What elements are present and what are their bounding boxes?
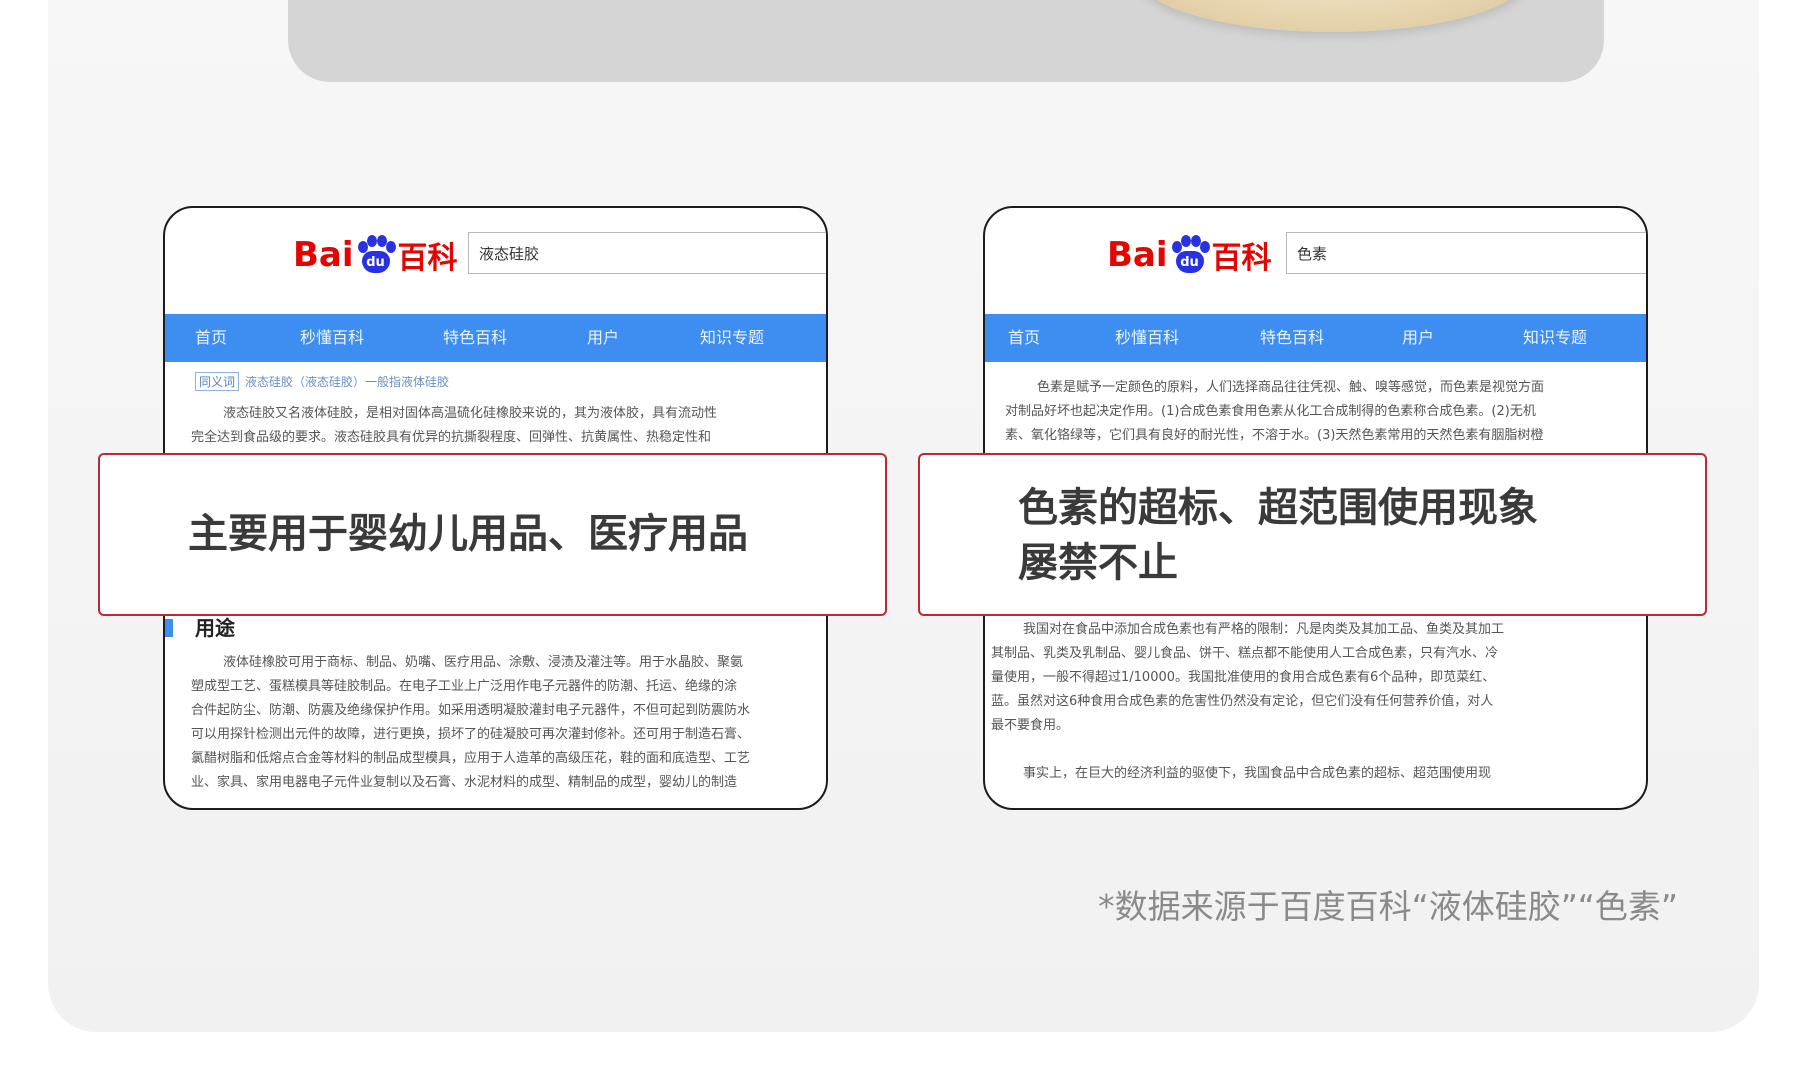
intro-paragraph: 色素是赋予一定颜色的原料，人们选择商品往往凭视、触、嗅等感觉，而色素是视觉方面 …	[1005, 376, 1646, 448]
nav-bar: 首页 秒懂百科 特色百科 用户 知识专题	[985, 314, 1646, 362]
logo-baike-text: 百科	[397, 241, 458, 276]
nav-item-home[interactable]: 首页	[195, 314, 227, 362]
logo-du-text: du	[361, 251, 390, 273]
intro-line: 色素是赋予一定颜色的原料，人们选择商品往往凭视、触、嗅等感觉，而色素是视觉方面	[1037, 380, 1545, 395]
logo-bai-text: Bai	[293, 235, 354, 275]
nav-bar: 首页 秒懂百科 特色百科 用户 知识专题	[165, 314, 826, 362]
body-line: 最不要食用。	[991, 718, 1070, 733]
usage-line: 合件起防尘、防潮、防震及绝缘保护作用。如采用透明凝胶灌封电子元器件，不但可起到防…	[191, 703, 751, 718]
nav-item-topics[interactable]: 知识专题	[1523, 314, 1587, 362]
usage-paragraph: 液体硅橡胶可用于商标、制品、奶嘴、医疗用品、涂敷、浸渍及灌注等。用于水晶胶、聚氨…	[191, 651, 826, 795]
top-banner	[288, 0, 1604, 82]
baidu-paw-icon: du	[356, 235, 396, 275]
callout-line: 色素的超标、超范围使用现象	[1018, 485, 1538, 531]
callout-text: 主要用于婴幼儿用品、医疗用品	[188, 511, 748, 557]
nav-item-miaodong[interactable]: 秒懂百科	[300, 314, 364, 362]
callout-line: 屡禁不止	[1018, 540, 1178, 586]
baidu-paw-icon: du	[1170, 235, 1210, 275]
callout-box-usage: 主要用于婴幼儿用品、医疗用品	[98, 453, 887, 616]
nav-item-topics[interactable]: 知识专题	[700, 314, 764, 362]
body-line: 其制品、乳类及乳制品、婴儿食品、饼干、糕点都不能使用人工合成色素，只有汽水、冷	[991, 646, 1499, 661]
usage-line: 业、家具、家用电器电子元件业复制以及石膏、水泥材料的成型、精制品的成型，婴幼儿的…	[191, 775, 738, 790]
search-input[interactable]: 色素	[1286, 232, 1646, 274]
synonym-tag: 同义词	[195, 372, 240, 391]
logo-du-text: du	[1175, 251, 1204, 273]
nav-item-miaodong[interactable]: 秒懂百科	[1115, 314, 1179, 362]
intro-line: 完全达到食品级的要求。液态硅胶具有优异的抗撕裂程度、回弹性、抗黄属性、热稳定性和	[191, 430, 712, 445]
intro-line: 素、氧化铬绿等，它们具有良好的耐光性，不溶于水。(3)天然色素常用的天然色素有胭…	[1005, 428, 1544, 443]
restriction-paragraph: 我国对在食品中添加合成色素也有严格的限制：凡是肉类及其加工品、鱼类及其加工 其制…	[991, 618, 1646, 786]
source-footnote: *数据来源于百度百科“液体硅胶”“色素”	[1098, 887, 1678, 926]
logo-bai-text: Bai	[1107, 235, 1168, 275]
section-heading-usage: 用途	[165, 612, 235, 641]
logo-baike-text: 百科	[1211, 241, 1272, 276]
nav-item-tese[interactable]: 特色百科	[1260, 314, 1324, 362]
body-line: 量使用，一般不得超过1/10000。我国批准使用的食用合成色素有6个品种，即苋菜…	[991, 670, 1496, 685]
product-image	[1138, 0, 1528, 32]
nav-item-home[interactable]: 首页	[1008, 314, 1040, 362]
body-line: 蓝。虽然对这6种食用合成色素的危害性仍然没有定论，但它们没有任何营养价值，对人	[991, 694, 1494, 709]
body-line: 事实上，在巨大的经济利益的驱使下，我国食品中合成色素的超标、超范围使用现	[1023, 766, 1492, 781]
body-line: 我国对在食品中添加合成色素也有严格的限制：凡是肉类及其加工品、鱼类及其加工	[1023, 622, 1505, 637]
intro-line: 液态硅胶又名液体硅胶，是相对固体高温硫化硅橡胶来说的，其为液体胶，具有流动性	[223, 406, 718, 421]
nav-item-tese[interactable]: 特色百科	[443, 314, 507, 362]
callout-box-pigment: 色素的超标、超范围使用现象 屡禁不止	[918, 453, 1707, 616]
nav-item-user[interactable]: 用户	[1402, 314, 1434, 362]
synonym-text: 液态硅胶（液态硅胶）一般指液体硅胶	[245, 375, 450, 389]
nav-item-user[interactable]: 用户	[587, 314, 619, 362]
intro-line: 对制品好坏也起决定作用。(1)合成色素食用色素从化工合成制得的色素称合成色素。(…	[1005, 404, 1536, 419]
intro-paragraph: 液态硅胶又名液体硅胶，是相对固体高温硫化硅橡胶来说的，其为液体胶，具有流动性 完…	[191, 402, 826, 450]
baidu-baike-logo: Bai du 百科	[293, 230, 458, 280]
usage-line: 液体硅橡胶可用于商标、制品、奶嘴、医疗用品、涂敷、浸渍及灌注等。用于水晶胶、聚氨	[223, 655, 744, 670]
baidu-baike-logo: Bai du 百科	[1107, 230, 1272, 280]
usage-line: 氯醋树脂和低熔点合金等材料的制品成型模具，应用于人造革的高级压花，鞋的面和底造型…	[191, 751, 751, 766]
search-input[interactable]: 液态硅胶	[468, 232, 826, 274]
callout-text: 色素的超标、超范围使用现象 屡禁不止	[1018, 481, 1538, 591]
synonym-breadcrumb: 同义词 液态硅胶（液态硅胶）一般指液体硅胶	[195, 372, 449, 391]
usage-line: 塑成型工艺、蛋糕模具等硅胶制品。在电子工业上广泛用作电子元器件的防潮、托运、绝缘…	[191, 679, 738, 694]
usage-line: 可以用探针检测出元件的故障，进行更换，损坏了的硅凝胶可再次灌封修补。还可用于制造…	[191, 727, 751, 742]
